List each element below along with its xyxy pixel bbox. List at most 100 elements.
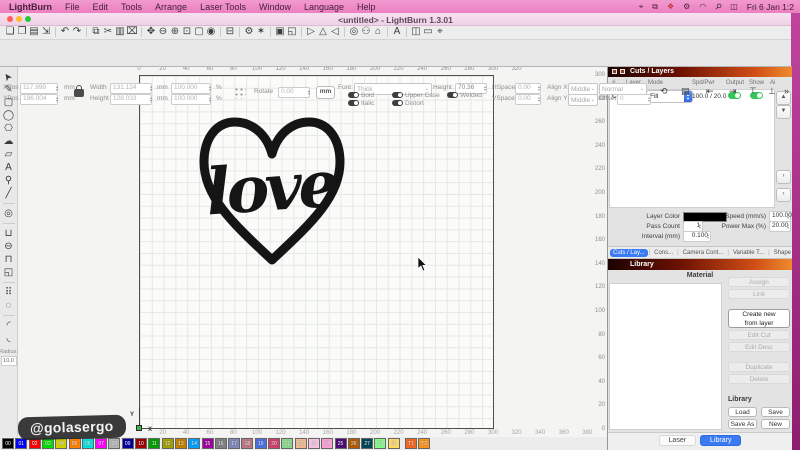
- power-max-stepper[interactable]: [787, 220, 793, 231]
- menu-item-laser-tools[interactable]: Laser Tools: [200, 2, 246, 12]
- frame-select-icon[interactable]: ▢: [193, 27, 205, 37]
- settings-gear-icon[interactable]: ⚙: [683, 3, 690, 11]
- layer-list[interactable]: [609, 89, 775, 208]
- library-header[interactable]: Library: [608, 259, 792, 270]
- palette-swatch-07[interactable]: 07: [95, 438, 107, 449]
- tab-library[interactable]: Library: [700, 435, 741, 446]
- align-right-icon[interactable]: ⇥: [729, 87, 737, 96]
- pan-icon[interactable]: ✥: [145, 27, 157, 37]
- width-pct-field[interactable]: 100.000: [171, 83, 211, 94]
- cut-icon[interactable]: ✂: [102, 27, 114, 37]
- panel-tab-0[interactable]: Cuts / Lay...: [610, 249, 648, 257]
- boolean-intersect-tool[interactable]: ⊓: [5, 253, 13, 266]
- palette-swatch-21[interactable]: 21: [281, 438, 293, 449]
- group-icon[interactable]: ▣: [274, 27, 286, 37]
- origin-icon[interactable]: ◎: [348, 27, 360, 37]
- wifi-icon[interactable]: ◠: [699, 3, 706, 11]
- undo-icon[interactable]: ↶: [59, 27, 71, 37]
- xpos-field[interactable]: 117.999: [20, 83, 58, 94]
- offset-field[interactable]: 0: [617, 94, 651, 105]
- menu-item-help[interactable]: Help: [357, 2, 376, 12]
- palette-swatch-17[interactable]: 17: [228, 438, 240, 449]
- zoom-out-icon[interactable]: ⊖: [157, 27, 169, 37]
- menu-item-language[interactable]: Language: [304, 2, 344, 12]
- palette-swatch-05[interactable]: 05: [69, 438, 81, 449]
- font-height-stepper[interactable]: [484, 82, 490, 93]
- title-bar[interactable]: <untitled> - LightBurn 1.3.01: [0, 13, 791, 26]
- palette-swatch-28[interactable]: 28: [374, 438, 386, 449]
- palette-swatch-24[interactable]: 24: [321, 438, 333, 449]
- panel-tab-1[interactable]: Cons...: [651, 249, 676, 257]
- palette-swatch-06[interactable]: 06: [82, 438, 94, 449]
- tab-laser[interactable]: Laser: [659, 435, 697, 446]
- panel-tab-2[interactable]: Camera Cont...: [680, 249, 727, 257]
- boolean-subtract-tool[interactable]: ⊖: [4, 240, 12, 253]
- text-height-icon[interactable]: A: [391, 27, 403, 37]
- rotate-field[interactable]: 0.00: [278, 87, 310, 98]
- palette-swatch-09[interactable]: 09: [122, 438, 134, 449]
- align-left-icon[interactable]: ⇤: [706, 87, 714, 96]
- palette-swatch-12[interactable]: 12: [162, 438, 174, 449]
- game-controller-icon[interactable]: ⌖: [639, 3, 644, 11]
- material-list[interactable]: [609, 283, 722, 430]
- device-settings-icon[interactable]: ✶: [255, 27, 267, 37]
- palette-swatch-19[interactable]: 19: [255, 438, 267, 449]
- new-file-icon[interactable]: ❏: [4, 27, 16, 37]
- app-notification-icon[interactable]: ❖: [667, 3, 674, 11]
- palette-swatch-25[interactable]: 25: [335, 438, 347, 449]
- shape-tool[interactable]: ☁: [4, 135, 14, 148]
- polygon-tool[interactable]: ⎔: [4, 122, 13, 135]
- ypos-field[interactable]: 196.004: [20, 94, 58, 105]
- grid-array-tool[interactable]: ⠿: [5, 286, 12, 299]
- weld-tool[interactable]: ⊔: [5, 227, 13, 240]
- screen-mirroring-icon[interactable]: ⧉: [652, 3, 658, 11]
- ellipse-tool[interactable]: ◯: [3, 109, 14, 122]
- lock-aspect-icon[interactable]: [74, 89, 84, 97]
- height-pct-stepper[interactable]: [209, 93, 215, 104]
- hspace-stepper[interactable]: [538, 82, 544, 93]
- palette-swatch-T1[interactable]: T1: [405, 438, 417, 449]
- cuts-layers-header[interactable]: Cuts / Layers: [608, 66, 792, 77]
- select-tool[interactable]: ➤: [1, 69, 16, 83]
- import-file-icon[interactable]: ⇲: [40, 27, 52, 37]
- edit-desc-button[interactable]: Edit Desc: [728, 342, 790, 352]
- radius-input[interactable]: 10.0: [1, 356, 17, 366]
- palette-swatch-T2[interactable]: T2: [418, 438, 430, 449]
- open-file-icon[interactable]: ❐: [16, 27, 28, 37]
- dock-window-icon[interactable]: ◫: [410, 27, 422, 37]
- zoom-frame-icon[interactable]: ⊡: [181, 27, 193, 37]
- panel-close-icon[interactable]: [612, 69, 617, 74]
- edit-cut-button[interactable]: Edit Cut: [728, 330, 790, 340]
- units-mm-button[interactable]: mm: [316, 86, 335, 99]
- height-pct-field[interactable]: 100.000: [171, 94, 211, 105]
- preview-icon[interactable]: ⊟: [224, 27, 236, 37]
- menu-item-lightburn[interactable]: LightBurn: [9, 2, 52, 12]
- settings-gear-icon[interactable]: ⚙: [243, 27, 255, 37]
- home-icon[interactable]: ⌂: [372, 27, 384, 37]
- vspace-stepper[interactable]: [538, 93, 544, 104]
- layer-down-button[interactable]: ▼: [776, 105, 791, 119]
- menu-item-tools[interactable]: Tools: [121, 2, 142, 12]
- palette-swatch-04[interactable]: 04: [55, 438, 67, 449]
- ungroup-icon[interactable]: ◱: [286, 27, 298, 37]
- palette-swatch-27[interactable]: 27: [361, 438, 373, 449]
- palette-swatch-08[interactable]: 08: [108, 438, 120, 449]
- welded-toggle[interactable]: [447, 92, 458, 98]
- circular-array-tool[interactable]: ◌: [6, 299, 12, 312]
- align-y-dropdown[interactable]: Middle: [568, 94, 598, 106]
- pass-count-stepper[interactable]: [699, 220, 705, 231]
- height-stepper[interactable]: [150, 93, 156, 104]
- camera-icon[interactable]: ◉: [205, 27, 217, 37]
- position-pin-tool[interactable]: ⚲: [5, 174, 12, 187]
- palette-swatch-10[interactable]: 10: [135, 438, 147, 449]
- palette-swatch-23[interactable]: 23: [308, 438, 320, 449]
- width-stepper[interactable]: [150, 82, 156, 93]
- layer-prev-button[interactable]: ‹: [776, 188, 791, 202]
- duplicate-button[interactable]: Duplicate: [728, 362, 790, 372]
- delete-button[interactable]: Delete: [728, 374, 790, 384]
- menu-item-arrange[interactable]: Arrange: [155, 2, 187, 12]
- optimize-icon[interactable]: ⟲: [660, 87, 668, 96]
- frame-laser-icon[interactable]: △: [317, 27, 329, 37]
- window-split-icon[interactable]: ▭: [422, 27, 434, 37]
- copy-icon[interactable]: ⧉: [90, 27, 102, 37]
